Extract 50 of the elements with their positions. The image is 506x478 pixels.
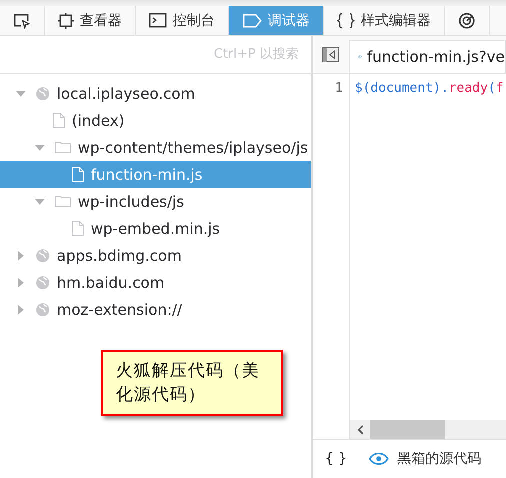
source-tree-item[interactable]: wp-embed.min.js (0, 215, 311, 242)
source-tree-item[interactable]: moz-extension:// (0, 296, 311, 323)
source-tree-label: wp-content/themes/iplayseo/js (78, 138, 308, 156)
source-tree-label: wp-embed.min.js (91, 220, 220, 238)
line-number: 1 (335, 80, 344, 98)
source-tree-label: function-min.js (91, 166, 203, 184)
globe-icon (36, 86, 50, 100)
expanded-arrow-icon[interactable] (16, 88, 26, 98)
pretty-print-button[interactable]: { } (323, 451, 350, 467)
source-tree-label: moz-extension:// (57, 300, 182, 318)
braces-icon (337, 12, 355, 28)
collapsed-arrow-icon[interactable] (16, 250, 26, 260)
terminal-icon (149, 13, 167, 28)
gauge-icon (458, 12, 476, 30)
collapsed-arrow-icon[interactable] (16, 278, 26, 288)
source-tree-label: hm.baidu.com (57, 274, 165, 292)
blackbox-button[interactable]: 黑箱的源代码 (369, 450, 482, 468)
collapsed-arrow-icon[interactable] (16, 304, 26, 314)
tag-shape-icon (242, 14, 262, 28)
source-tree-label: wp-includes/js (78, 192, 184, 210)
source-tree-label: (index) (72, 112, 125, 130)
file-icon (72, 221, 84, 236)
source-tab[interactable]: function-min.js?ve (349, 40, 506, 73)
source-tree-label: apps.bdimg.com (57, 246, 182, 264)
source-tree-item[interactable]: hm.baidu.com (0, 269, 311, 296)
globe-icon (36, 276, 50, 290)
globe-icon (36, 248, 50, 262)
eye-icon (369, 453, 390, 465)
file-icon (72, 167, 84, 182)
source-tree-label: local.iplayseo.com (57, 84, 196, 102)
toolbox-tab[interactable]: 样式编辑器 (324, 6, 445, 35)
element-picker-icon (13, 12, 31, 28)
source-tree-item[interactable]: local.iplayseo.com (0, 80, 311, 107)
box-icon (58, 12, 74, 28)
code-line: $(document).ready(f (355, 80, 504, 98)
source-tree-item[interactable]: wp-includes/js (0, 188, 311, 215)
scroll-left-icon[interactable] (356, 424, 366, 434)
file-icon (53, 113, 65, 128)
annotation-note: 火狐解压代码（美化源代码） (101, 350, 283, 416)
panel-toggle-icon (322, 47, 340, 63)
source-tree-item[interactable]: apps.bdimg.com (0, 242, 311, 269)
toolbox-tab[interactable]: 查看器 (45, 6, 136, 35)
expanded-arrow-icon[interactable] (35, 142, 45, 152)
globe-icon (36, 302, 50, 316)
source-tree-item[interactable]: (index) (0, 107, 311, 134)
source-tree-item[interactable]: wp-content/themes/iplayseo/js (0, 134, 311, 161)
folder-icon (55, 195, 71, 208)
expanded-arrow-icon[interactable] (35, 196, 45, 206)
folder-icon (55, 141, 71, 154)
horizontal-scrollbar[interactable] (350, 420, 506, 439)
